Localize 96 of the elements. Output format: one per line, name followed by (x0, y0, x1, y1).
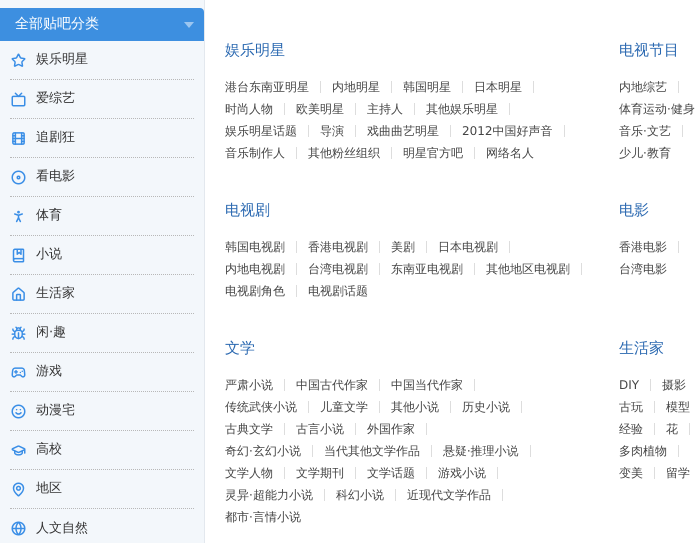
category-link[interactable]: 其他粉丝组织 (308, 144, 380, 162)
category-link[interactable]: 其他小说 (391, 398, 439, 416)
map-pin-icon (11, 482, 26, 496)
category-item[interactable]: 体育 (10, 197, 194, 236)
category-link[interactable]: 电视剧角色 (225, 282, 285, 300)
category-item[interactable]: 人文自然 (10, 509, 194, 543)
section-title[interactable]: 娱乐明星 (225, 40, 619, 60)
category-link[interactable]: DIY (619, 376, 640, 394)
category-link[interactable]: 历史小说 (462, 398, 510, 416)
category-link[interactable]: 多肉植物 (619, 442, 667, 460)
globe-icon (11, 521, 26, 536)
category-link[interactable]: 模型 (666, 398, 690, 416)
section-title[interactable]: 电视节目 (619, 40, 697, 60)
category-link[interactable]: 花 (666, 420, 678, 438)
category-link[interactable]: 文学期刊 (296, 464, 344, 482)
category-item[interactable]: 地区 (10, 470, 194, 509)
category-link[interactable]: 内地电视剧 (225, 260, 285, 278)
category-link[interactable]: 儿童文学 (320, 398, 368, 416)
sidebar-title: 全部贴吧分类 (15, 15, 99, 34)
category-link[interactable]: 科幻小说 (336, 486, 384, 504)
category-link[interactable]: 内地综艺 (619, 78, 667, 96)
category-link[interactable]: 古典文学 (225, 420, 273, 438)
category-link[interactable]: 韩国明星 (403, 78, 451, 96)
disc-icon (11, 170, 26, 184)
category-link[interactable]: 韩国电视剧 (225, 238, 285, 256)
category-link[interactable]: 香港电视剧 (308, 238, 368, 256)
category-link[interactable]: 近现代文学作品 (406, 486, 491, 504)
gamepad-icon (11, 364, 26, 380)
category-item[interactable]: 看电影 (10, 158, 194, 197)
category-item[interactable]: 追剧狂 (10, 119, 194, 158)
category-link[interactable]: 体育运动·健身 (619, 100, 695, 118)
category-link[interactable]: 明星官方吧 (403, 144, 463, 162)
person-icon (11, 208, 26, 224)
category-link[interactable]: 当代其他文学作品 (324, 442, 420, 460)
category-link[interactable]: 内地明星 (332, 78, 380, 96)
category-link[interactable]: 港台东南亚明星 (225, 78, 309, 96)
category-link[interactable]: 日本明星 (474, 78, 522, 96)
category-link[interactable]: 欧美明星 (296, 100, 344, 118)
bug-icon (11, 326, 26, 340)
category-link[interactable]: 严肃小说 (225, 376, 273, 394)
category-link[interactable]: 美剧 (391, 238, 415, 256)
category-item[interactable]: 爱综艺 (10, 80, 194, 119)
category-link[interactable]: 变美 (619, 464, 643, 482)
section-title[interactable]: 文学 (225, 338, 619, 358)
category-link[interactable]: 文学话题 (367, 464, 415, 482)
category-link[interactable]: 戏曲曲艺明星 (367, 122, 439, 140)
category-link[interactable]: 中国当代作家 (391, 376, 463, 394)
category-link[interactable]: 电视剧话题 (308, 282, 368, 300)
category-link[interactable]: 古言小说 (296, 420, 344, 438)
category-item[interactable]: 小说 (10, 236, 194, 275)
star-icon (11, 52, 26, 68)
category-item[interactable]: 动漫宅 (10, 392, 194, 431)
category-link[interactable]: 其他娱乐明星 (426, 100, 498, 118)
category-link[interactable]: 导演 (320, 122, 344, 140)
caret-icon (184, 22, 194, 28)
category-link[interactable]: 台湾电影 (619, 260, 667, 278)
section-title[interactable]: 电视剧 (225, 200, 619, 220)
category-link[interactable]: 娱乐明星话题 (225, 122, 297, 140)
category-link[interactable]: 灵异·超能力小说 (225, 486, 313, 504)
category-item[interactable]: 游戏 (10, 353, 194, 392)
category-link[interactable]: 传统武侠小说 (225, 398, 297, 416)
category-link[interactable]: 香港电影 (619, 238, 667, 256)
category-link[interactable]: 古玩 (619, 398, 643, 416)
category-item[interactable]: 娱乐明星 (10, 41, 194, 80)
house-icon (11, 286, 26, 302)
category-link[interactable]: 少儿·教育 (619, 144, 671, 162)
category-link[interactable]: 2012中国好声音 (462, 122, 553, 140)
category-link[interactable]: 台湾电视剧 (308, 260, 368, 278)
category-item[interactable]: 高校 (10, 431, 194, 470)
film-icon (11, 130, 26, 146)
category-link[interactable]: 日本电视剧 (438, 238, 498, 256)
category-link[interactable]: 音乐制作人 (225, 144, 285, 162)
category-link[interactable]: 网络名人 (486, 144, 534, 162)
category-link[interactable]: 音乐·文艺 (619, 122, 671, 140)
book-icon (11, 248, 26, 262)
category-link[interactable]: 悬疑·推理小说 (442, 442, 519, 460)
category-link[interactable]: 时尚人物 (225, 100, 273, 118)
category-link[interactable]: 主持人 (367, 100, 403, 118)
category-item[interactable]: 生活家 (10, 275, 194, 314)
category-link[interactable]: 奇幻·玄幻小说 (225, 442, 301, 460)
section-title[interactable]: 生活家 (619, 338, 697, 358)
tv-icon (11, 92, 26, 106)
graduation-cap-icon (11, 442, 26, 458)
category-link[interactable]: 经验 (619, 420, 643, 438)
category-link[interactable]: 游戏小说 (438, 464, 486, 482)
category-link[interactable]: 留学 (666, 464, 690, 482)
category-link[interactable]: 都市·言情小说 (225, 508, 301, 526)
category-link[interactable]: 其他地区电视剧 (486, 260, 570, 278)
section-title[interactable]: 电影 (619, 200, 697, 220)
category-link[interactable]: 外国作家 (367, 420, 415, 438)
category-link[interactable]: 东南亚电视剧 (391, 260, 463, 278)
category-item[interactable]: 闲·趣 (10, 314, 194, 353)
smiley-icon (11, 404, 26, 418)
category-link[interactable]: 摄影 (662, 376, 686, 394)
category-link[interactable]: 中国古代作家 (296, 376, 368, 394)
category-link[interactable]: 文学人物 (225, 464, 273, 482)
